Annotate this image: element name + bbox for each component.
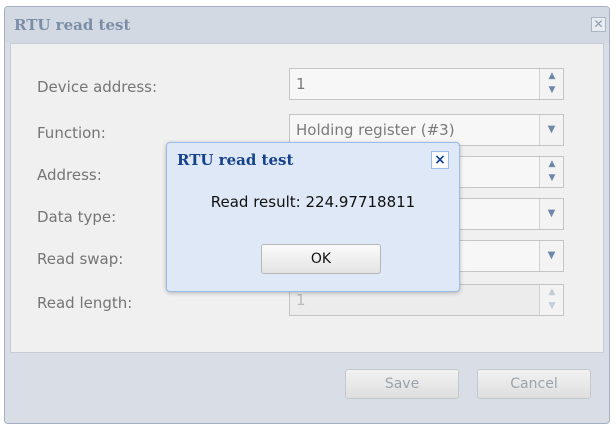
spin-up-icon[interactable]: ▲ — [545, 70, 559, 83]
read-length-label: Read length: — [37, 294, 133, 312]
chevron-down-icon[interactable]: ▼ — [539, 115, 563, 145]
chevron-down-icon[interactable]: ▼ — [539, 241, 563, 271]
device-address-spin-buttons: ▲ ▼ — [539, 69, 563, 99]
spin-up-icon[interactable]: ▲ — [545, 158, 559, 171]
close-icon[interactable]: ✕ — [591, 17, 606, 32]
cancel-button[interactable]: Cancel — [477, 369, 591, 399]
spin-down-icon[interactable]: ▼ — [545, 172, 559, 185]
read-result-dialog: RTU read test × Read result: 224.9771881… — [166, 142, 460, 292]
function-value: Holding register (#3) — [296, 121, 455, 139]
chevron-down-icon[interactable]: ▼ — [539, 199, 563, 229]
spin-down-icon: ▼ — [548, 301, 556, 311]
read-length-spin-buttons: ▲ ▼ — [539, 285, 563, 315]
dialog-body: Read result: 224.97718811 OK — [172, 179, 454, 287]
address-spin-buttons: ▲ ▼ — [539, 157, 563, 187]
spin-down-icon[interactable]: ▼ — [545, 84, 559, 97]
save-button[interactable]: Save — [345, 369, 459, 399]
address-label: Address: — [37, 166, 102, 184]
read-result-message: Read result: 224.97718811 — [210, 193, 416, 211]
window-title: RTU read test — [14, 16, 131, 34]
close-icon[interactable]: × — [431, 151, 449, 169]
function-label: Function: — [37, 124, 106, 142]
dialog-title: RTU read test — [177, 151, 294, 169]
device-address-spinner[interactable]: 1 ▲ ▼ — [289, 68, 564, 100]
device-address-value: 1 — [296, 75, 306, 93]
data-type-label: Data type: — [37, 208, 117, 226]
device-address-label: Device address: — [37, 78, 158, 96]
ok-button[interactable]: OK — [261, 244, 381, 274]
window-titlebar: RTU read test ✕ — [5, 7, 609, 43]
read-swap-label: Read swap: — [37, 250, 124, 268]
read-length-value: 1 — [296, 291, 306, 309]
spin-up-icon: ▲ — [548, 287, 556, 297]
